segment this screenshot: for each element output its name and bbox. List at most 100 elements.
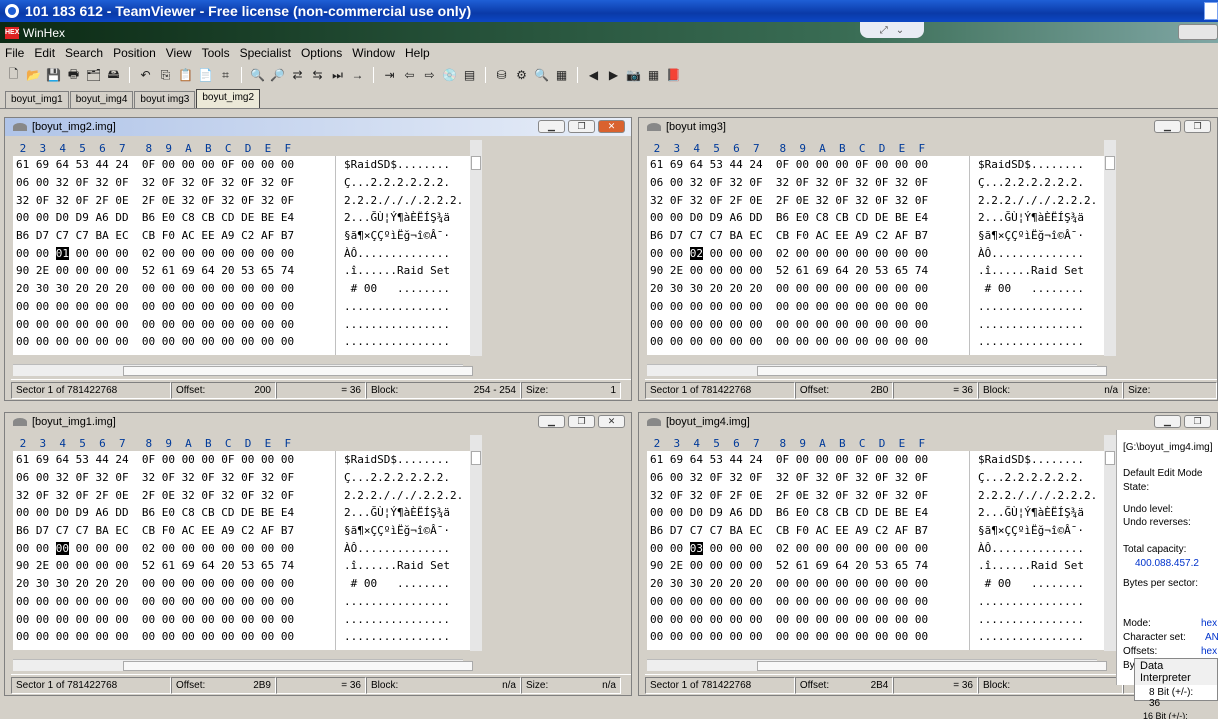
paste-icon[interactable]: 📋 xyxy=(178,68,193,83)
find-icon[interactable]: 🔍 xyxy=(250,68,265,83)
window-titlebar[interactable]: [boyut_img2.img] ▁ ❐ ✕ xyxy=(5,118,631,136)
hex-bytes[interactable]: 00 00 00 00 00 00 00 00 00 00 00 00 00 0… xyxy=(647,353,969,355)
ascii-text[interactable]: ................ xyxy=(335,610,465,628)
ascii-text[interactable]: ................ xyxy=(335,645,465,650)
menu-position[interactable]: Position xyxy=(108,46,161,60)
hex-bytes[interactable]: 00 00 00 00 00 00 00 00 00 00 00 00 00 0… xyxy=(13,630,335,643)
ascii-text[interactable]: # 00 ........ xyxy=(969,574,1099,593)
ascii-text[interactable]: 2...ĞÙ¦Ý¶àÈËÍŞ¾ä xyxy=(335,209,465,227)
hex-bytes[interactable]: 00 00 00 00 00 00 00 00 00 00 00 00 00 0… xyxy=(13,353,335,355)
horizontal-scrollbar[interactable] xyxy=(13,659,473,671)
status-block[interactable]: Block: n/a xyxy=(366,676,521,694)
selected-byte[interactable]: 00 xyxy=(55,541,69,555)
back-icon[interactable]: ⇦ xyxy=(402,68,417,83)
hex-bytes[interactable]: B6 D7 C7 C7 BA EC CB F0 AC EE A9 C2 AF B… xyxy=(13,524,335,537)
ascii-text[interactable]: §ã¶×ÇÇºìËğ¬î©Â¯· xyxy=(969,521,1099,540)
book-icon[interactable]: 📕 xyxy=(666,68,681,83)
menu-options[interactable]: Options xyxy=(296,46,347,60)
ascii-text[interactable]: 2.2.2./././.2.2.2. xyxy=(335,191,465,210)
hex-bytes[interactable]: 90 2E 00 00 00 00 52 61 69 64 20 53 65 7… xyxy=(647,559,969,572)
ascii-text[interactable]: Ç...2.2.2.2.2.2. xyxy=(969,468,1099,487)
ascii-text[interactable]: $RaidSD$........ xyxy=(969,156,1099,174)
ascii-text[interactable]: §ã¶×ÇÇºìËğ¬î©Â¯· xyxy=(335,226,465,245)
info-offsets-value[interactable]: hex xyxy=(1201,646,1217,657)
ascii-text[interactable]: $RaidSD$........ xyxy=(969,451,1099,469)
hex-bytes[interactable]: 00 00 00 00 00 00 00 00 00 00 00 00 00 0… xyxy=(13,300,335,313)
restore-button[interactable]: ❐ xyxy=(1184,120,1211,133)
ascii-text[interactable]: ................ xyxy=(969,592,1099,611)
hex-bytes[interactable]: 32 0F 32 0F 2F 0E 2F 0E 32 0F 32 0F 32 0… xyxy=(13,489,335,502)
hex-bytes[interactable]: 00 00 00 00 00 00 00 00 00 00 00 00 00 0… xyxy=(13,595,335,608)
ascii-text[interactable]: 2.2.2./././.2.2.2. xyxy=(969,191,1099,210)
close-button[interactable]: ✕ xyxy=(598,415,625,428)
calc-icon[interactable]: ▦ xyxy=(554,68,569,83)
ascii-text[interactable]: 2...ĞÙ¦Ý¶àÈËÍŞ¾ä xyxy=(969,504,1099,522)
selected-byte[interactable]: 03 xyxy=(689,541,703,555)
ascii-text[interactable]: ................ xyxy=(969,332,1099,351)
ascii-text[interactable]: ................ xyxy=(335,315,465,333)
ascii-text[interactable]: ÀÔ.............. xyxy=(969,539,1099,558)
hex-bytes[interactable]: 00 00 00 00 00 00 00 00 00 00 00 00 00 0… xyxy=(13,613,335,626)
window-titlebar[interactable]: [boyut_img1.img] ▁ ❐ ✕ xyxy=(5,413,631,431)
app-window-controls[interactable] xyxy=(1178,24,1218,40)
data-interpreter-panel[interactable]: Data Interpreter 8 Bit (+/-): 36 16 Bit … xyxy=(1134,658,1218,719)
info-mode-value[interactable]: hex xyxy=(1201,618,1217,629)
horizontal-scrollbar[interactable] xyxy=(647,659,1107,671)
hex-window-w1[interactable]: [boyut_img2.img] ▁ ❐ ✕ 2 3 4 5 6 7 8 9 A… xyxy=(4,117,632,401)
status-offset[interactable]: Offset: 2B9 xyxy=(171,676,276,694)
ascii-text[interactable]: 2.2.2./././.2.2.2. xyxy=(335,486,465,505)
minimize-button[interactable]: ▁ xyxy=(538,120,565,133)
hex-window-w3[interactable]: [boyut_img1.img] ▁ ❐ ✕ 2 3 4 5 6 7 8 9 A… xyxy=(4,412,632,696)
hex-bytes[interactable]: 32 0F 32 0F 2F 0E 2F 0E 32 0F 32 0F 32 0… xyxy=(647,489,969,502)
ascii-text[interactable]: ................ xyxy=(969,645,1099,650)
selected-byte[interactable]: 02 xyxy=(689,246,703,260)
hex-bytes[interactable]: 00 00 00 00 00 00 00 00 00 00 00 00 00 0… xyxy=(647,630,969,643)
ascii-text[interactable]: ................ xyxy=(335,592,465,611)
camera-icon[interactable]: 📷 xyxy=(626,68,641,83)
ascii-text[interactable]: ................ xyxy=(969,350,1099,355)
status-block[interactable]: Block: n/a xyxy=(977,381,1124,399)
ascii-text[interactable]: Ç...2.2.2.2.2.2. xyxy=(335,173,465,192)
menu-tools[interactable]: Tools xyxy=(197,46,235,60)
find-next-icon[interactable]: ⏭ xyxy=(330,68,345,83)
ascii-text[interactable]: ÀÔ.............. xyxy=(335,244,465,263)
save-icon[interactable]: 💾 xyxy=(46,68,61,83)
info-charset-value[interactable]: AN xyxy=(1205,632,1218,643)
ascii-text[interactable]: ................ xyxy=(969,627,1099,646)
hex-bytes[interactable]: 00 00 00 00 00 00 00 00 00 00 00 00 00 0… xyxy=(647,613,969,626)
ascii-text[interactable]: .î......Raid Set xyxy=(335,557,465,575)
hex-bytes[interactable]: 32 0F 32 0F 2F 0E 2F 0E 32 0F 32 0F 32 0… xyxy=(647,194,969,207)
hex-bytes[interactable]: 00 00 01 00 00 00 02 00 00 00 00 00 00 0… xyxy=(13,246,335,260)
hex-bytes[interactable]: 90 2E 00 00 00 00 52 61 69 64 20 53 65 7… xyxy=(13,559,335,572)
next-icon[interactable]: ▶ xyxy=(606,68,621,83)
goto-icon[interactable]: → xyxy=(350,68,365,83)
tool-icon[interactable]: ⚙ xyxy=(514,68,529,83)
hex-editor-area[interactable]: 61 69 64 53 44 24 0F 00 00 00 0F 00 00 0… xyxy=(13,156,474,355)
vertical-scrollbar[interactable] xyxy=(1104,140,1116,356)
hex-bytes[interactable]: B6 D7 C7 C7 BA EC CB F0 AC EE A9 C2 AF B… xyxy=(13,229,335,242)
ascii-text[interactable]: 2.2.2./././.2.2.2. xyxy=(969,486,1099,505)
hex-bytes[interactable]: 06 00 32 0F 32 0F 32 0F 32 0F 32 0F 32 0… xyxy=(647,176,969,189)
undo-icon[interactable]: ↶ xyxy=(138,68,153,83)
prev-icon[interactable]: ◀ xyxy=(586,68,601,83)
hex-bytes[interactable]: 00 00 D0 D9 A6 DD B6 E0 C8 CB CD DE BE E… xyxy=(13,506,335,519)
restore-button[interactable]: ❐ xyxy=(568,120,595,133)
ascii-text[interactable]: $RaidSD$........ xyxy=(335,156,465,174)
status-offset[interactable]: Offset: 2B4 xyxy=(794,676,894,694)
ascii-text[interactable]: ÀÔ.............. xyxy=(335,539,465,558)
horizontal-scrollbar[interactable] xyxy=(13,364,473,376)
replace-hex-icon[interactable]: ⇆ xyxy=(310,68,325,83)
find-hex-icon[interactable]: 🔎 xyxy=(270,68,285,83)
search-disk-icon[interactable]: 🔍 xyxy=(534,68,549,83)
hex-bytes[interactable]: B6 D7 C7 C7 BA EC CB F0 AC EE A9 C2 AF B… xyxy=(647,229,969,242)
hex-bytes[interactable]: 00 00 D0 D9 A6 DD B6 E0 C8 CB CD DE BE E… xyxy=(647,211,969,224)
window-titlebar[interactable]: [boyut_img4.img] ▁ ❐ xyxy=(639,413,1217,431)
status-block[interactable]: Block: 254 - 254 xyxy=(366,381,521,399)
hex-bytes[interactable]: 06 00 32 0F 32 0F 32 0F 32 0F 32 0F 32 0… xyxy=(13,471,335,484)
properties-icon[interactable]: 🗂 xyxy=(86,68,101,83)
goto-offset-icon[interactable]: ⇥ xyxy=(382,68,397,83)
hex-editor-area[interactable]: 61 69 64 53 44 24 0F 00 00 00 0F 00 00 0… xyxy=(647,451,1108,650)
new-icon[interactable]: 🗋 xyxy=(6,67,21,83)
ascii-text[interactable]: .î......Raid Set xyxy=(335,262,465,280)
hex-bytes[interactable]: 00 00 00 00 00 00 00 00 00 00 00 00 00 0… xyxy=(13,335,335,348)
